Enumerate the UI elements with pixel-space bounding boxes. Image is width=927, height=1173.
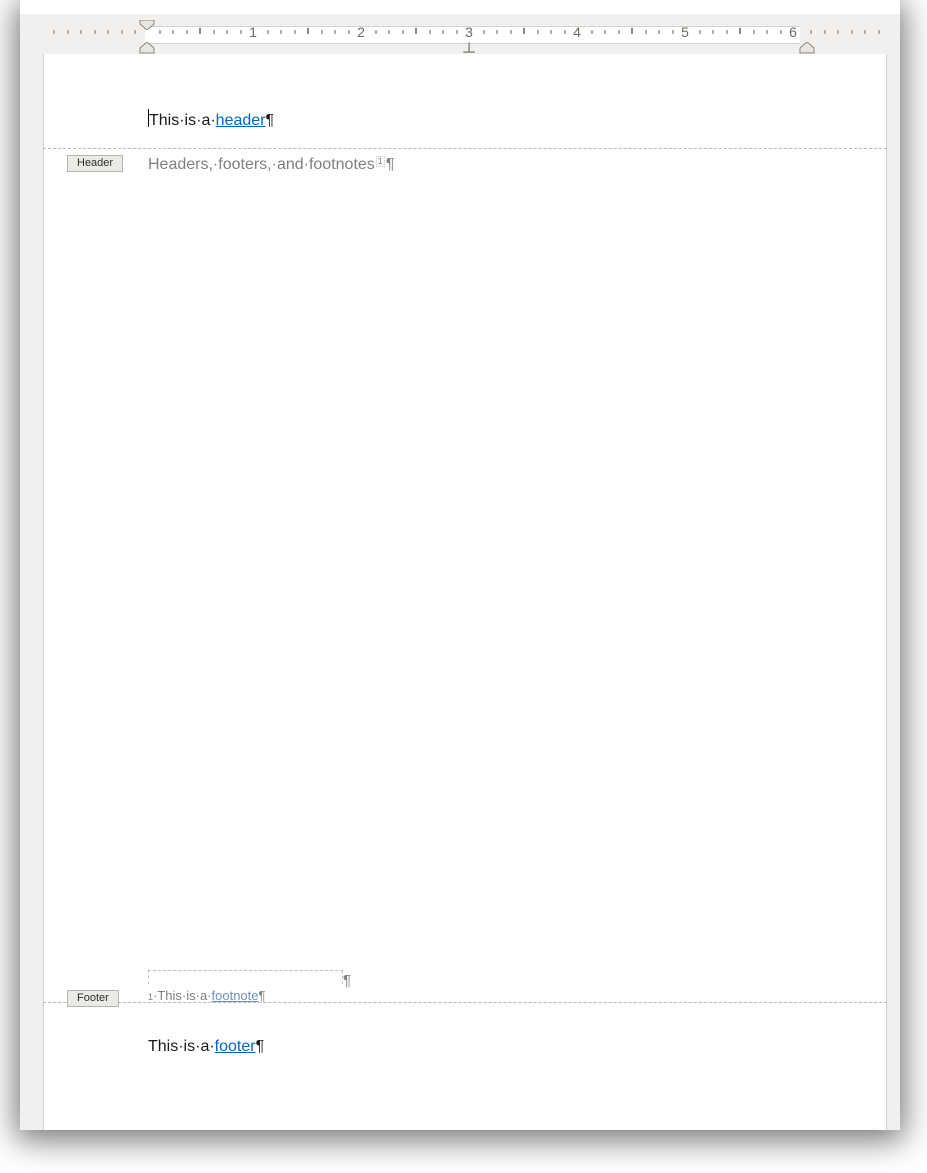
footer-link-word: footer [215,1038,256,1056]
ruler-tick-minor [878,30,880,34]
ruler-tick-minor [121,30,123,34]
footer-tag[interactable]: Footer [67,990,119,1007]
page-footer-text[interactable]: This·is·a·footer¶ [148,1038,264,1056]
ruler-tick-minor [726,30,728,34]
ruler-tick-minor [712,30,714,34]
ruler-tick-minor [334,30,336,34]
ruler-tick [739,28,741,34]
hanging-indent-marker-icon[interactable] [138,42,152,51]
ruler-number: 3 [465,24,473,40]
ruler-tick-minor [564,30,566,34]
ruler-tick-minor [80,30,82,34]
pilcrow-icon: ¶ [266,112,275,130]
header-prefix: This·is·a· [149,112,216,130]
ruler-tick [523,28,525,34]
ruler-tick-minor [321,30,323,34]
ruler-tick-minor [824,30,826,34]
ruler-tick-minor [134,30,136,34]
header-tag[interactable]: Header [67,155,123,172]
ruler-tick-minor [864,30,866,34]
pilcrow-icon: ¶ [343,972,351,989]
ruler-tick-minor [672,30,674,34]
pilcrow-icon: ¶ [386,156,395,174]
ruler-tick-minor [658,30,660,34]
footer-prefix: This·is·a· [148,1038,215,1056]
ruler-tick-minor [753,30,755,34]
ruler-number: 1 [249,24,257,40]
ruler-tick-minor [537,30,539,34]
footnote-reference-mark: 1 [376,156,385,167]
ruler-tick-minor [442,30,444,34]
word-document-window: 1 2 3 4 5 6 /* generated inline below */… [20,0,900,1130]
ruler-tick-minor [94,30,96,34]
ruler-tick-minor [226,30,228,34]
ruler-tick-minor [645,30,647,34]
ruler-tick-minor [483,30,485,34]
footnote-prefix: ·This·is·a· [153,988,212,1003]
text-cursor-icon [148,109,149,127]
ruler-tick [199,28,201,34]
pilcrow-icon: ¶ [256,1038,265,1056]
ruler-tick-minor [618,30,620,34]
ruler-tick-minor [550,30,552,34]
ruler-tick-minor [213,30,215,34]
ruler-tick-minor [67,30,69,34]
ruler-number: 5 [681,24,689,40]
header-link-word: header [216,112,266,130]
ruler-tick [307,28,309,34]
footnote-text[interactable]: 1·This·is·a·footnote¶ [148,988,266,1003]
ruler-tick-minor [851,30,853,34]
page-gutter-right [887,54,900,1130]
ruler-tick-minor [388,30,390,34]
ruler-tick-minor [280,30,282,34]
ruler-tick-minor [172,30,174,34]
ruler-tick-minor [591,30,593,34]
horizontal-ruler[interactable]: 1 2 3 4 5 6 /* generated inline below */… [20,14,900,54]
ruler-tick-minor [837,30,839,34]
body-text: Headers,·footers,·and·footnotes [148,156,375,174]
ruler-tick-minor [53,30,55,34]
ruler-tick-minor [780,30,782,34]
ruler-tick-minor [510,30,512,34]
ruler-tick-minor [186,30,188,34]
ruler-tick [415,28,417,34]
ruler-tick-minor [456,30,458,34]
ruler-tick-minor [159,30,161,34]
ruler-number: 2 [357,24,365,40]
ruler-tick-minor [810,30,812,34]
ruler-number: 6 [789,24,797,40]
first-line-indent-marker-icon[interactable] [138,20,152,29]
ruler-tick-minor [348,30,350,34]
page-gutter-left [20,54,43,1130]
ruler-tick-minor [375,30,377,34]
header-boundary-line [43,148,887,149]
ruler-tick [631,28,633,34]
footnote-separator [148,970,343,984]
document-body-text[interactable]: Headers,·footers,·and·footnotes1¶ [148,156,394,174]
menu-bar-fragment [20,0,900,14]
ruler-tick-minor [429,30,431,34]
footnote-link-word: footnote [212,988,259,1003]
ruler-tick-minor [240,30,242,34]
ruler-tick-minor [496,30,498,34]
page-header-text[interactable]: This·is·a·header¶ [148,107,274,130]
ruler-tick-minor [294,30,296,34]
pilcrow-icon: ¶ [259,988,266,1003]
ruler-tick-minor [267,30,269,34]
ruler-number: 4 [573,24,581,40]
ruler-tick-minor [766,30,768,34]
ruler-tick-minor [402,30,404,34]
ruler-tick-minor [107,30,109,34]
ruler-tick-minor [604,30,606,34]
ruler-tick-minor [699,30,701,34]
document-page[interactable] [43,54,887,1130]
